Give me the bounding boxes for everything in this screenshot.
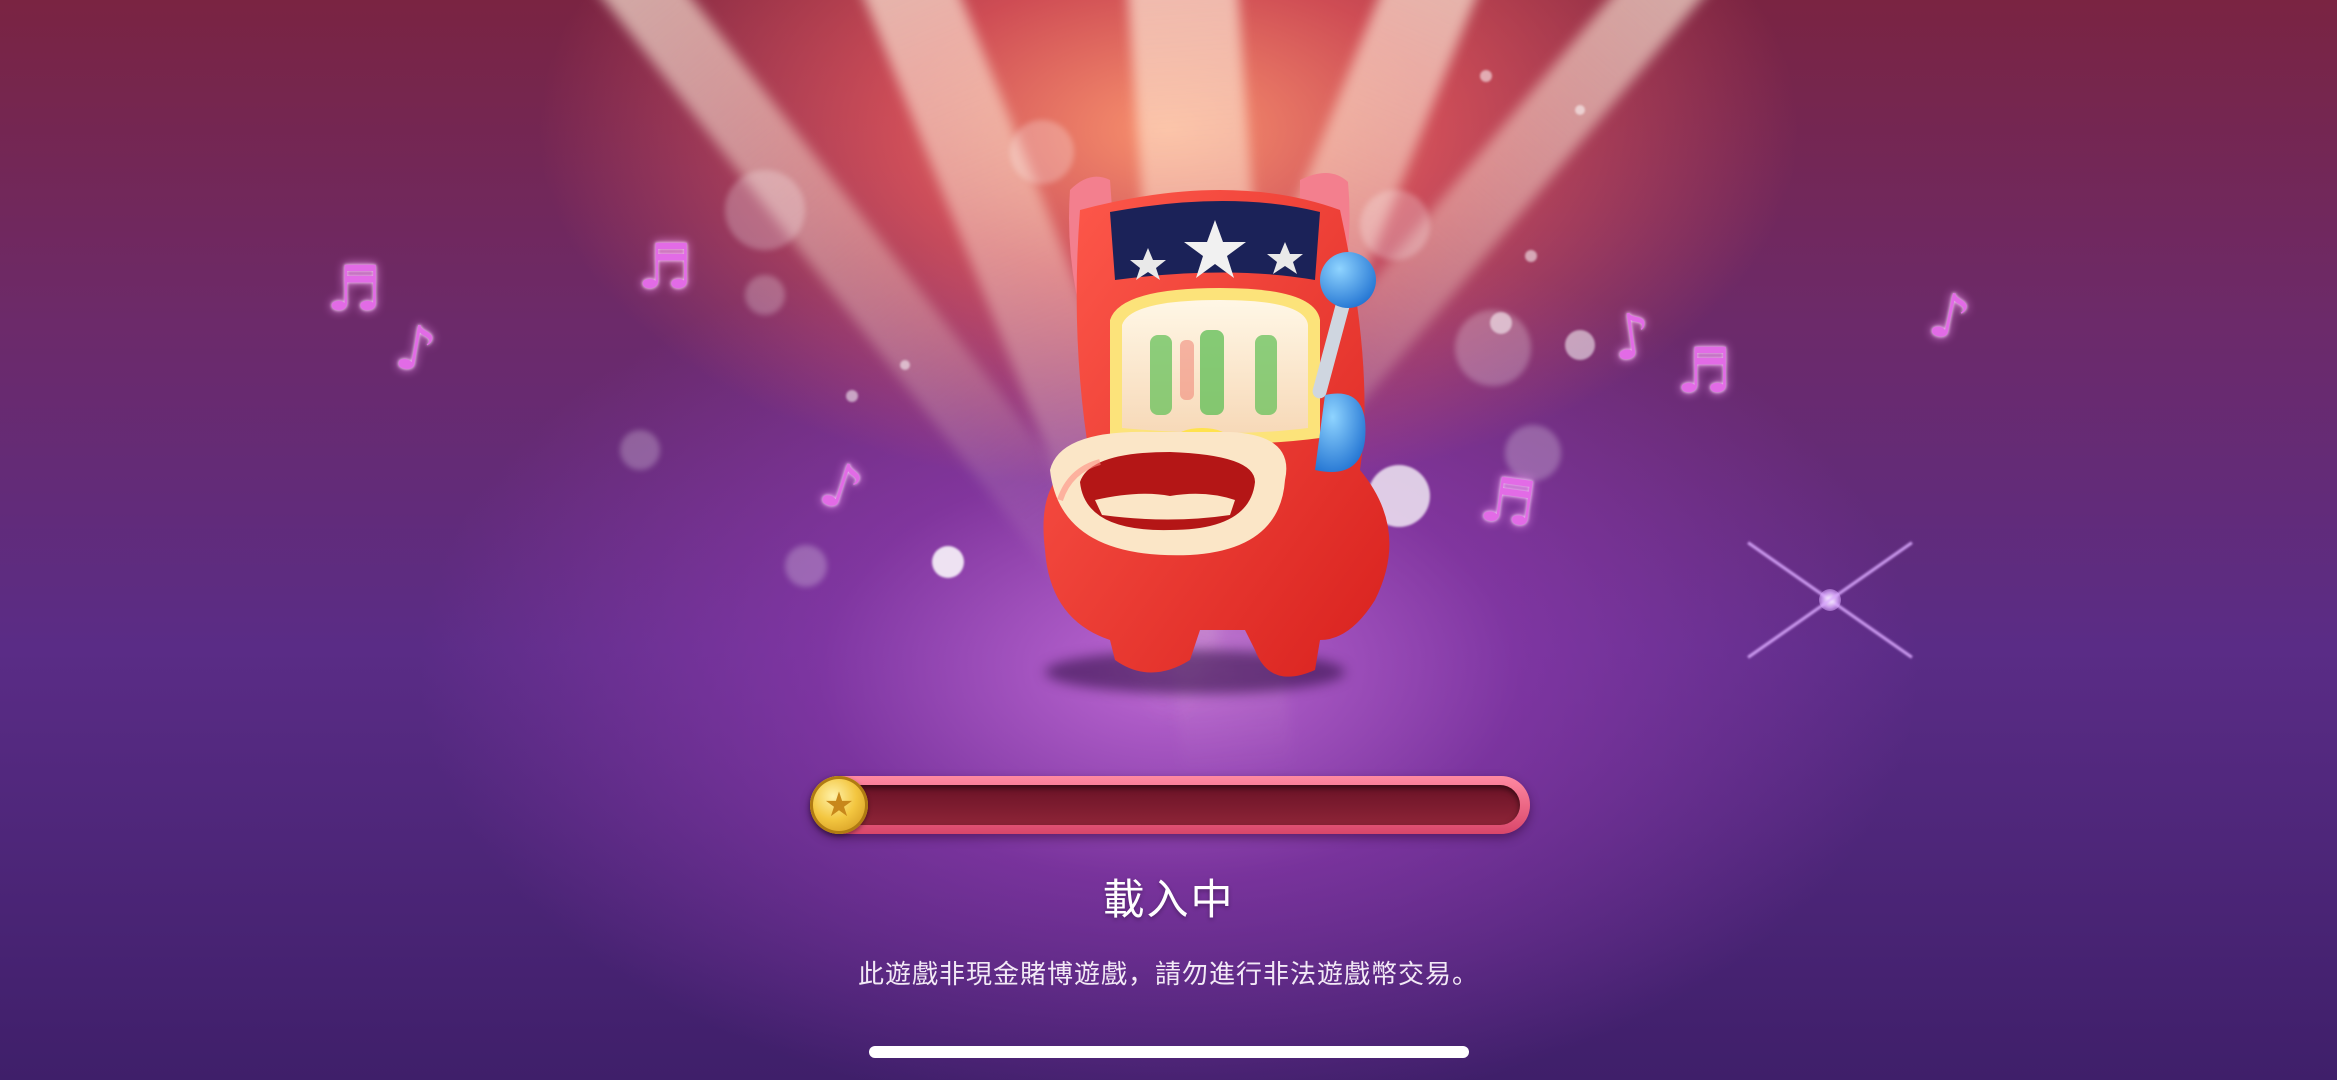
gambling-disclaimer: 此遊戲非現金賭博遊戲，請勿進行非法遊戲幣交易。: [857, 960, 1479, 990]
progress-track: [820, 785, 1520, 825]
loading-screen: ♬ ♪ ♬ ♪ ♪ ♬ ♬ ♪ ★ 載入中 此遊戲非現金賭博遊戲，請勿進行非法遊…: [0, 0, 2337, 1080]
home-indicator[interactable]: [869, 1046, 1469, 1058]
bokeh-dot: [745, 275, 785, 315]
loading-label: 載入中: [1102, 875, 1235, 924]
bokeh-dot: [1525, 250, 1537, 262]
bokeh-dot: [725, 170, 805, 250]
music-note-icon: ♬: [1676, 334, 1732, 407]
music-note-icon: ♪: [1607, 297, 1657, 376]
music-note-icon: ♬: [637, 230, 693, 303]
music-note-icon: ♪: [389, 309, 442, 388]
slot-machine-mascot-icon: [1043, 172, 1390, 677]
bokeh-dot: [620, 430, 660, 470]
sparkle-icon: [1730, 500, 1930, 700]
bokeh-dot: [1565, 330, 1595, 360]
bokeh-dot: [846, 390, 858, 402]
bokeh-dot: [932, 546, 964, 578]
bokeh-dot: [900, 360, 910, 370]
music-note-icon: ♬: [1475, 461, 1541, 542]
bokeh-dot: [1480, 70, 1492, 82]
loading-progress-bar: [810, 776, 1530, 834]
star-coin-icon: ★: [810, 776, 868, 834]
music-note-icon: ♪: [1922, 276, 1977, 357]
bokeh-dot: [1575, 105, 1585, 115]
bokeh-dot: [1490, 312, 1512, 334]
bokeh-dot: [785, 545, 827, 587]
music-note-icon: ♬: [326, 252, 382, 325]
music-note-icon: ♪: [811, 445, 872, 528]
